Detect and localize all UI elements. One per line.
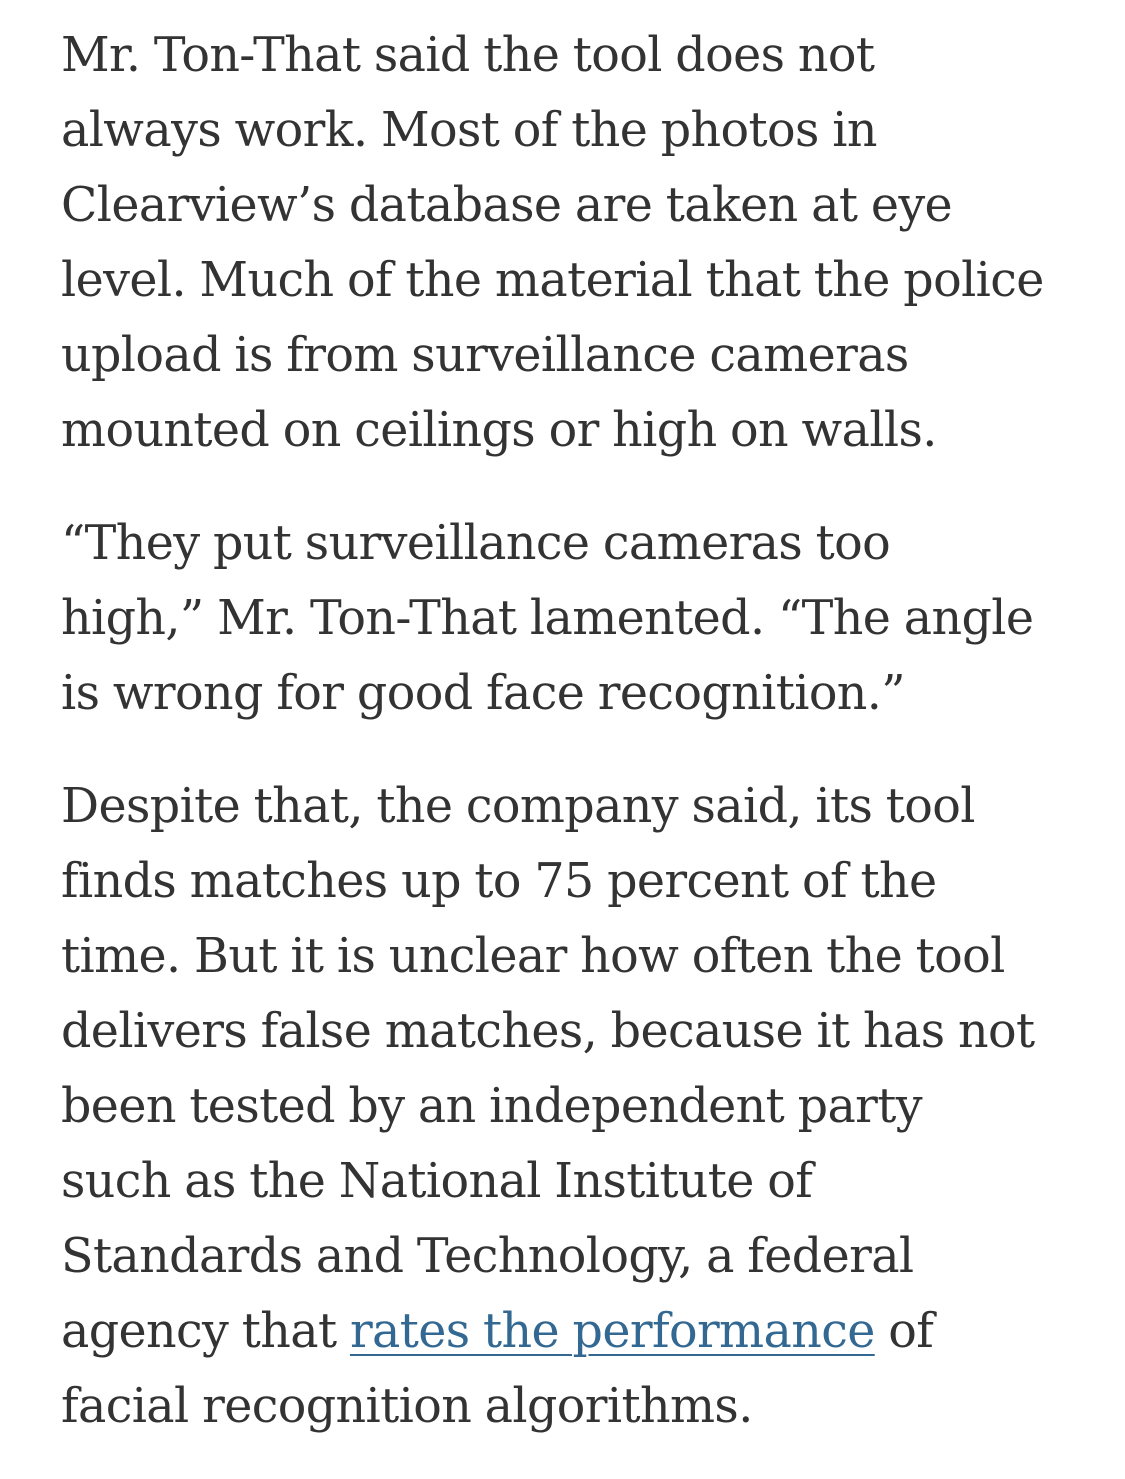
text-line: such as the National Institute of	[61, 1154, 813, 1209]
text-line: facial recognition algorithms.	[61, 1379, 753, 1434]
text-line: time. But it is unclear how often the to…	[61, 929, 1005, 984]
text-line: always work. Most of the photos in	[61, 103, 877, 158]
rates-the-performance-link[interactable]: rates the performance	[350, 1304, 875, 1359]
paragraph-1: Mr. Ton-That said the tool does not alwa…	[61, 18, 1071, 468]
paragraph-2-quote: “They put surveillance cameras too high,…	[61, 506, 1071, 731]
text-line: Standards and Technology, a federal	[61, 1229, 914, 1284]
text-line-with-link: agency that rates the performance of	[61, 1294, 1071, 1369]
text-line: “They put surveillance cameras too	[61, 516, 891, 571]
text-line: level. Much of the material that the pol…	[61, 253, 1044, 308]
text-line: delivers false matches, because it has n…	[61, 1004, 1035, 1059]
text-line: been tested by an independent party	[61, 1079, 923, 1134]
text-line: Mr. Ton-That said the tool does not	[61, 28, 875, 83]
text-line: Despite that, the company said, its tool	[61, 779, 975, 834]
text-line: mounted on ceilings or high on walls.	[61, 403, 937, 458]
paragraph-3: Despite that, the company said, its tool…	[61, 769, 1071, 1444]
text-line: finds matches up to 75 percent of the	[61, 854, 937, 909]
text-line: is wrong for good face recognition.”	[61, 666, 906, 721]
text-line: upload is from surveillance cameras	[61, 328, 909, 383]
text-line: Clearview’s database are taken at eye	[61, 178, 953, 233]
link-prefix-text: agency that	[61, 1304, 350, 1359]
text-line: high,” Mr. Ton-That lamented. “The angle	[61, 591, 1034, 646]
link-suffix-text: of	[874, 1304, 934, 1359]
article-body: Mr. Ton-That said the tool does not alwa…	[61, 18, 1071, 1444]
